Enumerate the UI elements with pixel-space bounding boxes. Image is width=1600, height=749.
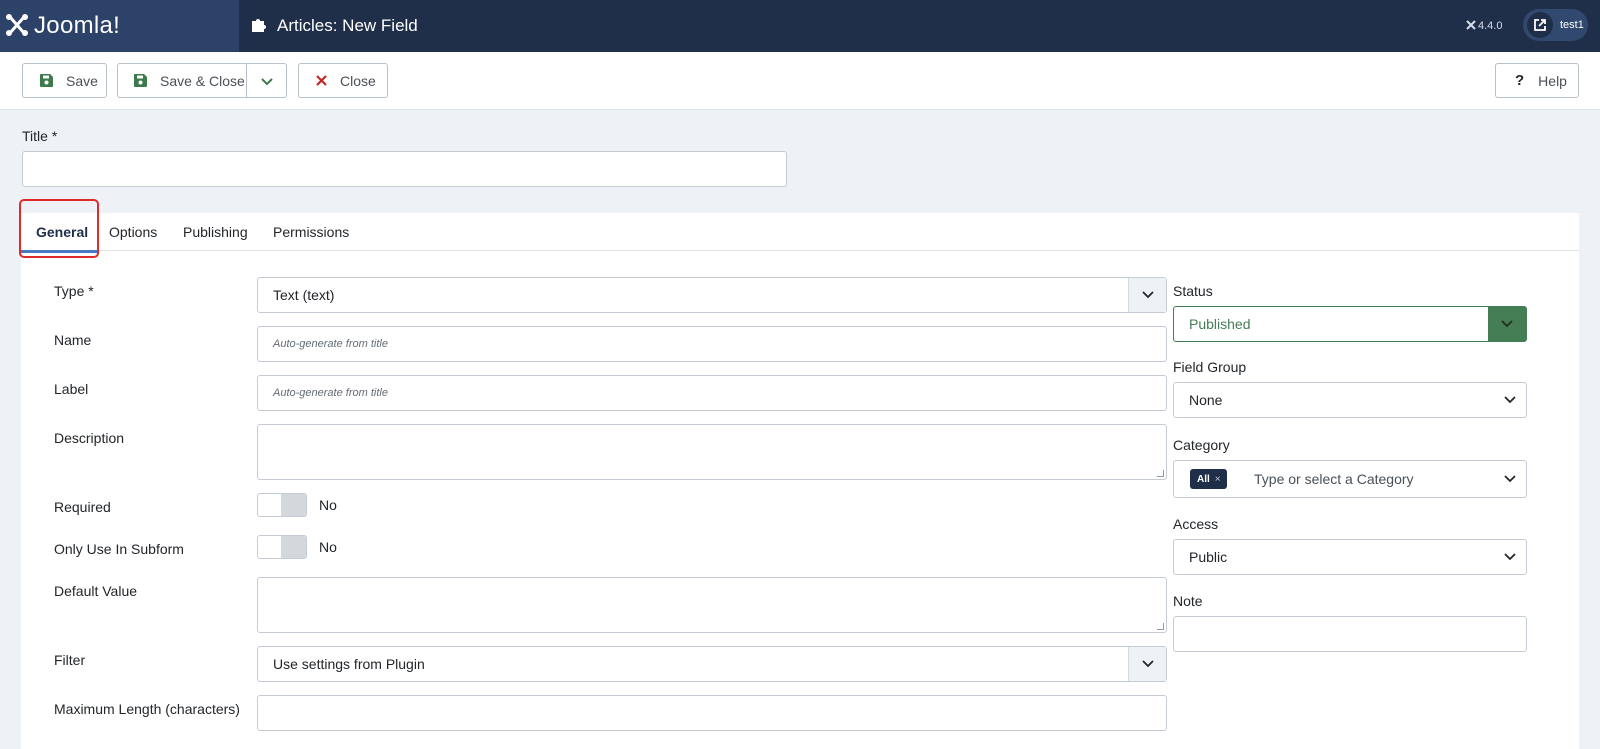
label-placeholder: Auto-generate from title — [273, 387, 388, 399]
type-select[interactable]: Text (text) — [257, 277, 1167, 313]
chevron-down-icon — [1488, 307, 1526, 341]
title-label: Title * — [22, 128, 58, 144]
title-input[interactable] — [22, 151, 787, 187]
status-label: Status — [1173, 283, 1213, 299]
save-label: Save — [66, 72, 98, 89]
chevron-down-icon — [260, 73, 273, 89]
type-value: Text (text) — [273, 287, 335, 303]
version-number: 4.4.0 — [1478, 20, 1503, 32]
resize-handle-icon[interactable] — [1157, 470, 1164, 477]
save-options-dropdown[interactable] — [246, 63, 287, 98]
filter-select[interactable]: Use settings from Plugin — [257, 646, 1167, 682]
required-toggle[interactable] — [257, 493, 307, 517]
toggle-knob — [281, 494, 306, 516]
filter-value: Use settings from Plugin — [273, 656, 425, 672]
joomla-logo-icon — [4, 12, 30, 41]
tab-options-label: Options — [109, 224, 158, 240]
logo[interactable]: Joomla! — [0, 0, 239, 52]
default-value-textarea[interactable] — [257, 577, 1167, 633]
resize-handle-icon[interactable] — [1157, 623, 1164, 630]
tab-permissions-label: Permissions — [273, 224, 350, 240]
highlight-box — [19, 199, 99, 258]
question-icon: ? — [1515, 72, 1525, 89]
tab-permissions[interactable]: Permissions — [273, 213, 349, 251]
type-label: Type * — [54, 283, 94, 299]
required-value: No — [319, 497, 337, 513]
status-value: Published — [1189, 316, 1251, 332]
category-label: Category — [1173, 437, 1230, 453]
chip-label: All — [1197, 473, 1210, 485]
only-subform-label: Only Use In Subform — [54, 541, 184, 557]
field-group-label: Field Group — [1173, 359, 1247, 375]
tab-publishing-label: Publishing — [183, 224, 248, 240]
only-subform-value: No — [319, 539, 337, 555]
status-select[interactable]: Published — [1173, 306, 1527, 342]
remove-chip-icon[interactable]: × — [1215, 474, 1221, 485]
toggle-knob — [281, 536, 306, 558]
label-label: Label — [54, 381, 89, 397]
tab-publishing[interactable]: Publishing — [183, 213, 248, 251]
category-chip-all: All × — [1190, 469, 1227, 489]
top-header: Joomla! Articles: New Field 4.4.0 test1 — [0, 0, 1600, 52]
name-label: Name — [54, 332, 92, 348]
description-textarea[interactable] — [257, 424, 1167, 480]
default-value-label: Default Value — [54, 583, 138, 599]
description-label: Description — [54, 430, 125, 446]
tab-bar: General Options Publishing Permissions — [19, 199, 1579, 258]
category-select[interactable]: All × Type or select a Category — [1173, 460, 1527, 498]
chevron-down-icon — [1504, 383, 1516, 417]
user-name: test1 — [1560, 19, 1584, 31]
external-link-icon — [1527, 12, 1553, 38]
name-placeholder: Auto-generate from title — [273, 338, 388, 350]
save-button[interactable]: Save — [22, 63, 107, 98]
tab-options[interactable]: Options — [109, 213, 157, 251]
user-menu-button[interactable]: test1 — [1523, 9, 1588, 41]
close-button[interactable]: Close — [298, 63, 388, 98]
required-label: Required — [54, 499, 111, 515]
note-label: Note — [1173, 593, 1203, 609]
save-close-button[interactable]: Save & Close — [117, 63, 247, 98]
access-value: Public — [1189, 549, 1228, 565]
brand-name: Joomla! — [34, 12, 121, 39]
only-subform-toggle[interactable] — [257, 535, 307, 559]
field-group-value: None — [1189, 392, 1223, 408]
help-button[interactable]: ? Help — [1495, 63, 1579, 98]
save-icon — [134, 74, 147, 87]
save-icon — [40, 74, 53, 87]
save-close-label: Save & Close — [160, 72, 245, 89]
close-label: Close — [340, 72, 376, 89]
filter-label: Filter — [54, 652, 86, 668]
page-title-text: Articles: New Field — [277, 16, 418, 35]
page-title: Articles: New Field — [250, 0, 418, 52]
category-search-placeholder[interactable]: Type or select a Category — [1254, 461, 1414, 497]
field-group-select[interactable]: None — [1173, 382, 1527, 418]
close-icon — [316, 75, 327, 86]
note-input[interactable] — [1173, 616, 1527, 652]
toolbar: Save Save & Close Close ? Help — [0, 52, 1600, 110]
max-length-label: Maximum Length (characters) — [54, 701, 240, 717]
puzzle-icon — [250, 15, 277, 38]
chevron-down-icon — [1128, 278, 1166, 312]
name-input[interactable]: Auto-generate from title — [257, 326, 1167, 362]
chevron-down-icon — [1504, 461, 1516, 497]
max-length-input[interactable] — [257, 695, 1167, 731]
chevron-down-icon — [1128, 647, 1166, 681]
joomla-small-icon — [1466, 19, 1478, 33]
access-label: Access — [1173, 516, 1219, 532]
chevron-down-icon — [1504, 540, 1516, 574]
tab-general[interactable]: General — [19, 199, 99, 258]
access-select[interactable]: Public — [1173, 539, 1527, 575]
label-input[interactable]: Auto-generate from title — [257, 375, 1167, 411]
help-label: Help — [1538, 72, 1567, 89]
version-info: 4.4.0 — [1466, 0, 1502, 52]
